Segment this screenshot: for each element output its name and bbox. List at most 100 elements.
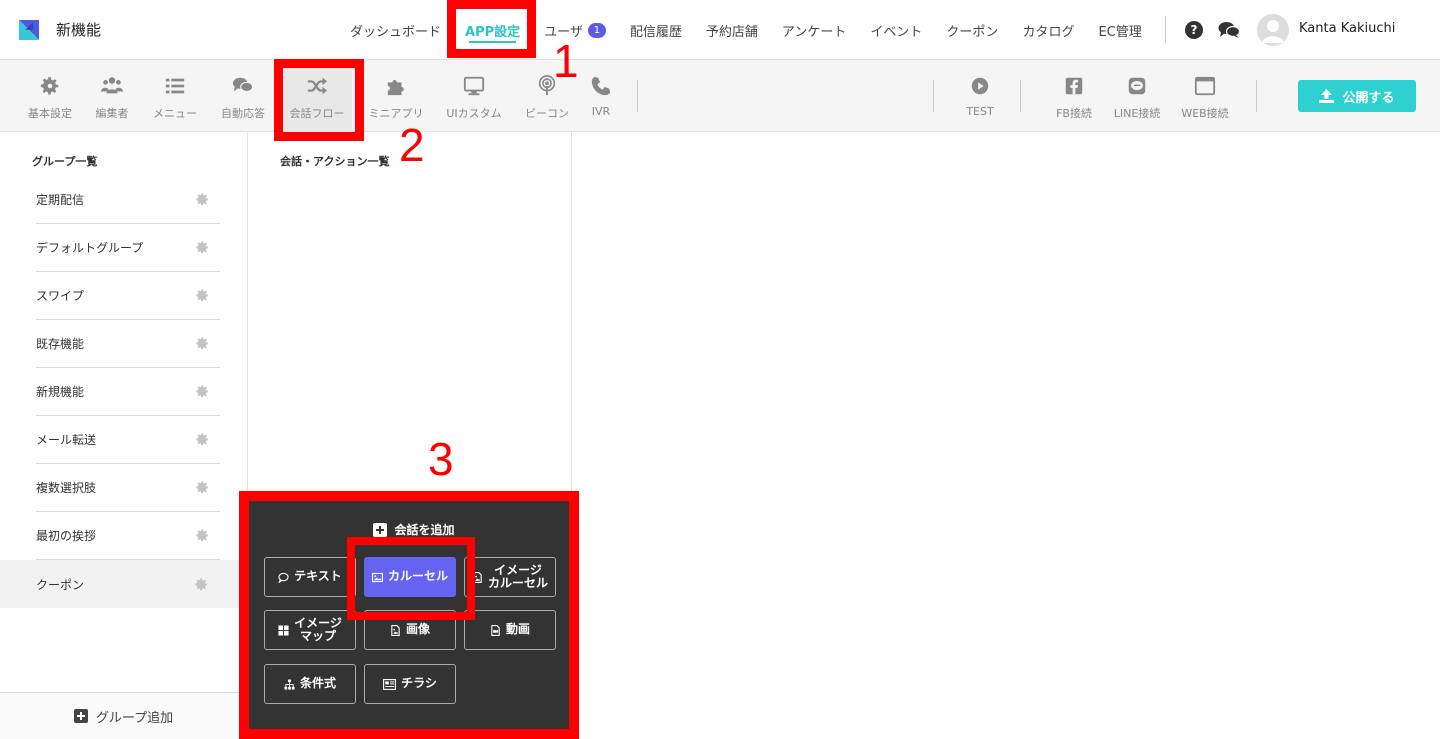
app-logo-icon[interactable] xyxy=(16,17,42,43)
nav-app-settings[interactable]: APP設定 xyxy=(453,0,532,60)
nav-delivery-history-label: 配信履歴 xyxy=(629,24,682,40)
add-conversation-label: 会話を追加 xyxy=(394,523,455,537)
chat-bubbles-icon[interactable] xyxy=(1218,21,1240,39)
nav-ec-management-label: EC管理 xyxy=(1098,24,1142,40)
add-text-label: テキスト xyxy=(294,569,342,584)
nav-divider xyxy=(1165,16,1166,43)
add-text-button[interactable]: テキスト xyxy=(264,557,356,597)
nav-events[interactable]: イベント xyxy=(858,0,934,60)
tool-test[interactable]: TEST xyxy=(960,60,1000,132)
annotation-number-2: 2 xyxy=(399,119,425,171)
gear-icon[interactable] xyxy=(195,432,210,447)
gear-icon[interactable] xyxy=(195,240,210,255)
tool-conversation-flow[interactable]: 会話フロー xyxy=(282,60,352,132)
add-group-label: グループ追加 xyxy=(95,710,174,726)
monitor-icon xyxy=(463,76,485,96)
tool-basic-settings-label: 基本設定 xyxy=(28,107,72,120)
nav-delivery-history[interactable]: 配信履歴 xyxy=(618,0,694,60)
tool-basic-settings[interactable]: 基本設定 xyxy=(28,60,72,132)
top-navigation: 新機能 ダッシュボード APP設定 ユーザ 1 配信履歴 予約店舗 アンケート イ… xyxy=(0,0,1440,60)
plus-square-icon xyxy=(373,522,388,537)
tool-test-label: TEST xyxy=(966,105,994,118)
nav-catalog[interactable]: カタログ xyxy=(1010,0,1086,60)
app-name: 新機能 xyxy=(56,21,102,39)
group-item-label: 新規機能 xyxy=(36,385,85,399)
group-item[interactable]: 新規機能 xyxy=(36,368,220,416)
add-image-carousel-label: イメージ カルーセル xyxy=(488,562,549,590)
tool-editors-label: 編集者 xyxy=(95,107,129,120)
users-count-badge: 1 xyxy=(587,22,606,38)
add-video-button[interactable]: 動画 xyxy=(464,610,556,650)
tool-beacon-label: ビーコン xyxy=(525,107,569,120)
window-icon xyxy=(1194,76,1216,96)
nav-reservation-stores[interactable]: 予約店舗 xyxy=(694,0,770,60)
add-image-button[interactable]: 画像 xyxy=(364,610,456,650)
play-icon xyxy=(971,77,989,95)
list-icon xyxy=(165,78,185,94)
group-item[interactable]: 複数選択肢 xyxy=(36,464,220,512)
add-condition-button[interactable]: 条件式 xyxy=(264,664,356,704)
tool-ui-custom[interactable]: UIカスタム xyxy=(444,60,504,132)
publish-button[interactable]: 公開する xyxy=(1298,80,1416,112)
gear-icon[interactable] xyxy=(195,384,210,399)
tool-conversation-flow-label: 会話フロー xyxy=(289,107,345,120)
gear-icon[interactable] xyxy=(195,336,210,351)
tool-web-connect[interactable]: WEB接続 xyxy=(1178,60,1232,132)
add-image-label: 画像 xyxy=(405,622,430,637)
nav-survey[interactable]: アンケート xyxy=(770,0,858,60)
tool-editors[interactable]: 編集者 xyxy=(92,60,132,132)
group-item[interactable]: 定期配信 xyxy=(36,176,220,224)
image-file-icon xyxy=(391,624,400,636)
help-icon[interactable]: ? xyxy=(1185,21,1203,39)
gear-icon[interactable] xyxy=(195,288,210,303)
gear-icon[interactable] xyxy=(195,528,210,543)
user-avatar[interactable] xyxy=(1257,14,1289,46)
tool-web-connect-label: WEB接続 xyxy=(1181,107,1229,120)
group-item-label: メール転送 xyxy=(36,433,97,447)
add-image-map-button[interactable]: イメージ マップ xyxy=(264,610,356,650)
annotation-number-3: 3 xyxy=(428,433,454,485)
conversation-list-title: 会話・アクション一覧 xyxy=(280,155,390,168)
nav-ec-management[interactable]: EC管理 xyxy=(1086,0,1153,60)
add-flyer-button[interactable]: チラシ xyxy=(364,664,456,704)
group-item[interactable]: 最初の挨拶 xyxy=(36,512,220,560)
upload-icon xyxy=(1319,89,1335,103)
nav-catalog-label: カタログ xyxy=(1022,24,1075,40)
gear-icon[interactable] xyxy=(194,577,209,592)
tool-ui-custom-label: UIカスタム xyxy=(446,107,502,120)
tool-ivr[interactable]: IVR xyxy=(586,60,616,132)
toolbar-divider xyxy=(1256,80,1257,112)
group-item[interactable]: メール転送 xyxy=(36,416,220,464)
tool-line-connect[interactable]: LINE接続 xyxy=(1110,60,1164,132)
gear-icon[interactable] xyxy=(195,480,210,495)
group-item-selected[interactable]: クーポン xyxy=(0,560,247,608)
toolbar-divider xyxy=(1020,80,1021,112)
conversation-action-list: 会話・アクション一覧 会話を追加 テキスト カルーセル イメージ カルーセル イ… xyxy=(248,132,572,739)
add-carousel-label: カルーセル xyxy=(387,569,448,584)
add-carousel-button[interactable]: カルーセル xyxy=(364,557,456,597)
main-nav: ダッシュボード APP設定 ユーザ 1 配信履歴 予約店舗 アンケート イベント … xyxy=(338,0,1154,60)
file-image-icon xyxy=(473,571,482,583)
add-image-carousel-button[interactable]: イメージ カルーセル xyxy=(464,557,556,597)
tool-menu[interactable]: メニュー xyxy=(150,60,200,132)
tool-auto-reply[interactable]: 自動応答 xyxy=(218,60,268,132)
user-silhouette-icon xyxy=(1262,20,1284,43)
tool-fb-connect[interactable]: FB接続 xyxy=(1052,60,1096,132)
sitemap-icon xyxy=(284,678,295,690)
gear-icon[interactable] xyxy=(195,192,210,207)
facebook-icon xyxy=(1065,77,1083,95)
users-icon xyxy=(101,77,123,94)
add-condition-label: 条件式 xyxy=(299,676,336,691)
group-item[interactable]: 既存機能 xyxy=(36,320,220,368)
add-image-map-label: イメージ マップ xyxy=(294,615,342,643)
add-conversation-title: 会話を追加 xyxy=(248,521,580,538)
group-item[interactable]: スワイプ xyxy=(36,272,220,320)
nav-dashboard[interactable]: ダッシュボード xyxy=(338,0,453,60)
user-name[interactable]: Kanta Kakiuchi xyxy=(1299,21,1395,36)
nav-coupons[interactable]: クーポン xyxy=(934,0,1010,60)
group-item[interactable]: デフォルトグループ xyxy=(36,224,220,272)
tool-menu-label: メニュー xyxy=(153,107,197,120)
add-group-button[interactable]: グループ追加 xyxy=(0,692,247,739)
phone-icon xyxy=(591,76,611,96)
nav-coupons-label: クーポン xyxy=(946,24,999,40)
